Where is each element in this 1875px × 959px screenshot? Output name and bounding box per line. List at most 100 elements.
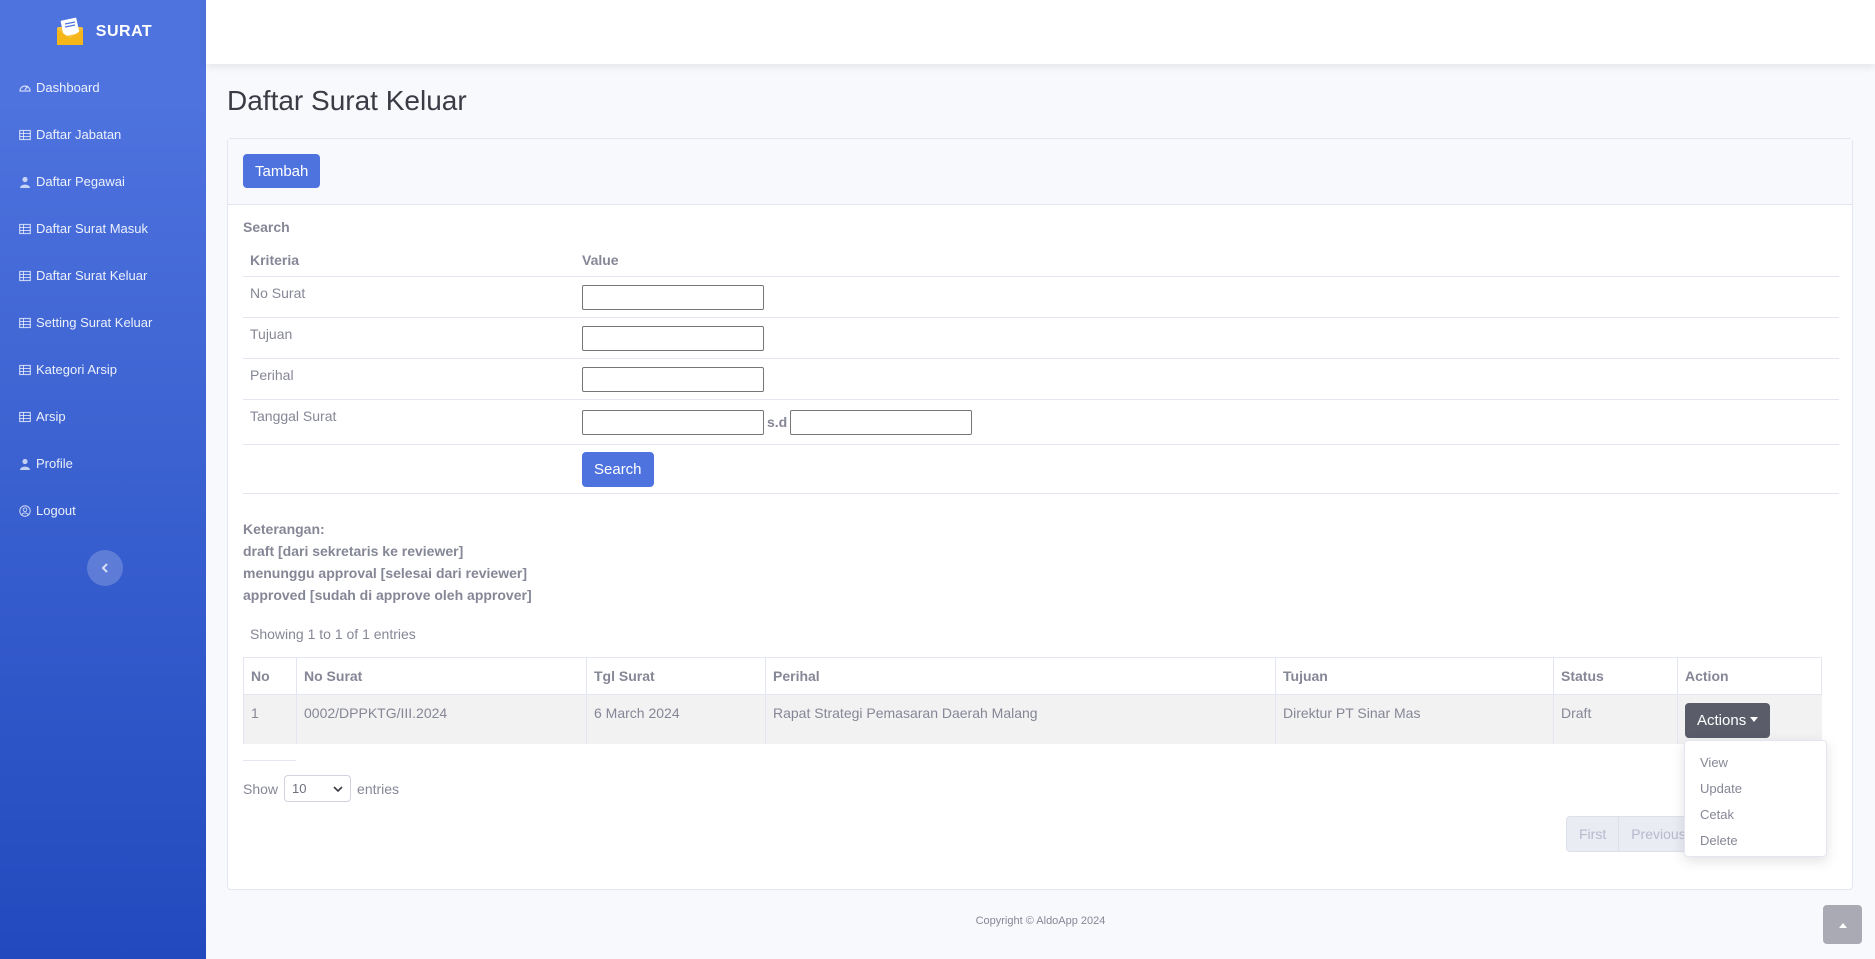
col-tgl-surat[interactable]: Tgl Surat xyxy=(586,657,766,695)
tachometer-icon xyxy=(19,82,31,94)
keterangan-line: menunggu approval [selesai dari reviewer… xyxy=(243,565,527,581)
search-title: Search xyxy=(243,219,290,235)
cell-tgl-surat: 6 March 2024 xyxy=(586,694,766,744)
search-row-tujuan: Tujuan xyxy=(243,317,1839,358)
page-length-control: Show 10 entries xyxy=(243,775,399,802)
sidebar: SURAT Dashboard Daftar Jabatan Daftar Pe… xyxy=(0,0,206,959)
sidebar-item-label: Daftar Surat Keluar xyxy=(36,268,148,283)
table-header-row: No No Surat Tgl Surat Perihal Tujuan Sta… xyxy=(243,657,1822,695)
page-title: Daftar Surat Keluar xyxy=(227,85,467,116)
sidebar-item-daftar-surat-masuk[interactable]: Daftar Surat Masuk xyxy=(0,205,206,252)
cell-perihal: Rapat Strategi Pemasaran Daerah Malang xyxy=(765,694,1276,744)
cell-tujuan: Direktur PT Sinar Mas xyxy=(1275,694,1554,744)
action-delete[interactable]: Delete xyxy=(1685,827,1826,853)
sidebar-item-label: Dashboard xyxy=(36,80,100,95)
action-cetak[interactable]: Cetak xyxy=(1685,801,1826,827)
page-length-select[interactable]: 10 xyxy=(284,775,352,802)
sidebar-item-label: Daftar Surat Masuk xyxy=(36,221,148,236)
cell-status: Draft xyxy=(1553,694,1678,744)
search-button[interactable]: Search xyxy=(582,451,654,487)
table-icon xyxy=(19,223,31,235)
table-icon xyxy=(19,364,31,376)
brand[interactable]: SURAT xyxy=(0,0,206,64)
pagination: First Previous xyxy=(1566,816,1700,852)
keterangan-line: approved [sudah di approve oleh approver… xyxy=(243,587,532,603)
table-icon xyxy=(19,129,31,141)
footer-copyright: Copyright © AldoApp 2024 xyxy=(975,915,1106,927)
sidebar-item-daftar-surat-keluar[interactable]: Daftar Surat Keluar xyxy=(0,252,206,299)
sidebar-item-label: Kategori Arsip xyxy=(36,362,117,377)
scroll-to-top-button[interactable] xyxy=(1823,905,1862,944)
keterangan: Keterangan: draft [dari sekretaris ke re… xyxy=(243,518,532,606)
sidebar-nav: Dashboard Daftar Jabatan Daftar Pegawai … xyxy=(0,64,206,534)
surat-keluar-table: No No Surat Tgl Surat Perihal Tujuan Sta… xyxy=(243,657,1822,744)
sidebar-item-label: Arsip xyxy=(36,409,66,424)
tambah-button[interactable]: Tambah xyxy=(243,154,321,188)
sidebar-item-label: Logout xyxy=(36,503,76,518)
caret-down-icon xyxy=(1750,717,1759,722)
tanggal-surat-label: Tanggal Surat xyxy=(250,408,337,424)
topbar xyxy=(206,0,1875,64)
actions-label: Actions xyxy=(1697,712,1747,729)
col-status[interactable]: Status xyxy=(1553,657,1678,695)
col-tujuan[interactable]: Tujuan xyxy=(1275,657,1554,695)
pagination-first[interactable]: First xyxy=(1567,817,1620,851)
card-header: Tambah xyxy=(228,139,1852,205)
brand-name: SURAT xyxy=(95,23,153,40)
keterangan-title: Keterangan: xyxy=(243,521,325,537)
sidebar-item-profile[interactable]: Profile xyxy=(0,440,206,487)
tanggal-from-input[interactable] xyxy=(582,409,764,435)
tujuan-label: Tujuan xyxy=(250,326,293,342)
cell-action: Actions xyxy=(1677,694,1822,744)
sidebar-item-label: Daftar Jabatan xyxy=(36,127,122,142)
perihal-label: Perihal xyxy=(250,367,294,383)
keterangan-line: draft [dari sekretaris ke reviewer] xyxy=(243,543,464,559)
page-length-value: 10 xyxy=(292,781,307,796)
search-row-no-surat: No Surat xyxy=(243,276,1839,317)
search-row-tanggal-surat: Tanggal Surat s.d xyxy=(243,399,1839,444)
table-icon xyxy=(19,317,31,329)
search-form: Kriteria Value No Surat Tujuan Perihal T… xyxy=(243,243,1839,494)
divider xyxy=(243,760,296,761)
date-range-separator: s.d xyxy=(767,414,788,430)
col-perihal[interactable]: Perihal xyxy=(765,657,1276,695)
user-icon xyxy=(19,176,31,188)
entries-label: entries xyxy=(357,780,400,797)
chevron-left-icon xyxy=(101,560,109,576)
sidebar-item-label: Profile xyxy=(36,456,73,471)
chevron-down-icon xyxy=(333,781,343,796)
sidebar-item-kategori-arsip[interactable]: Kategori Arsip xyxy=(0,346,206,393)
action-view[interactable]: View xyxy=(1685,749,1826,775)
col-action[interactable]: Action xyxy=(1677,657,1822,695)
table-info: Showing 1 to 1 of 1 entries xyxy=(250,626,416,642)
sidebar-item-arsip[interactable]: Arsip xyxy=(0,393,206,440)
actions-dropdown-menu: View Update Cetak Delete xyxy=(1684,740,1827,857)
search-row-button: Search xyxy=(243,444,1839,494)
sidebar-item-dashboard[interactable]: Dashboard xyxy=(0,64,206,111)
table-icon xyxy=(19,270,31,282)
search-row-perihal: Perihal xyxy=(243,358,1839,399)
sidebar-item-logout[interactable]: Logout xyxy=(0,487,206,534)
show-label: Show xyxy=(243,780,279,797)
sidebar-item-label: Setting Surat Keluar xyxy=(36,315,153,330)
action-update[interactable]: Update xyxy=(1685,775,1826,801)
envelope-letter-icon xyxy=(54,17,86,47)
col-no-surat[interactable]: No Surat xyxy=(296,657,587,695)
perihal-input[interactable] xyxy=(582,366,764,392)
sidebar-item-daftar-pegawai[interactable]: Daftar Pegawai xyxy=(0,158,206,205)
col-no[interactable]: No xyxy=(243,657,297,695)
sidebar-item-label: Daftar Pegawai xyxy=(36,174,125,189)
no-surat-label: No Surat xyxy=(250,285,306,301)
sidebar-item-setting-surat-keluar[interactable]: Setting Surat Keluar xyxy=(0,299,206,346)
content-card: Tambah Search Kriteria Value No Surat Tu… xyxy=(227,138,1853,890)
sidebar-item-daftar-jabatan[interactable]: Daftar Jabatan xyxy=(0,111,206,158)
tujuan-input[interactable] xyxy=(582,325,764,351)
user-icon xyxy=(19,458,31,470)
cell-no-surat: 0002/DPPKTG/III.2024 xyxy=(296,694,587,744)
actions-dropdown-button[interactable]: Actions xyxy=(1685,703,1771,738)
cell-no: 1 xyxy=(243,694,297,744)
no-surat-input[interactable] xyxy=(582,284,764,310)
tanggal-to-input[interactable] xyxy=(790,409,973,435)
sidebar-toggle-button[interactable] xyxy=(87,550,123,586)
table-row: 1 0002/DPPKTG/III.2024 6 March 2024 Rapa… xyxy=(243,694,1822,744)
